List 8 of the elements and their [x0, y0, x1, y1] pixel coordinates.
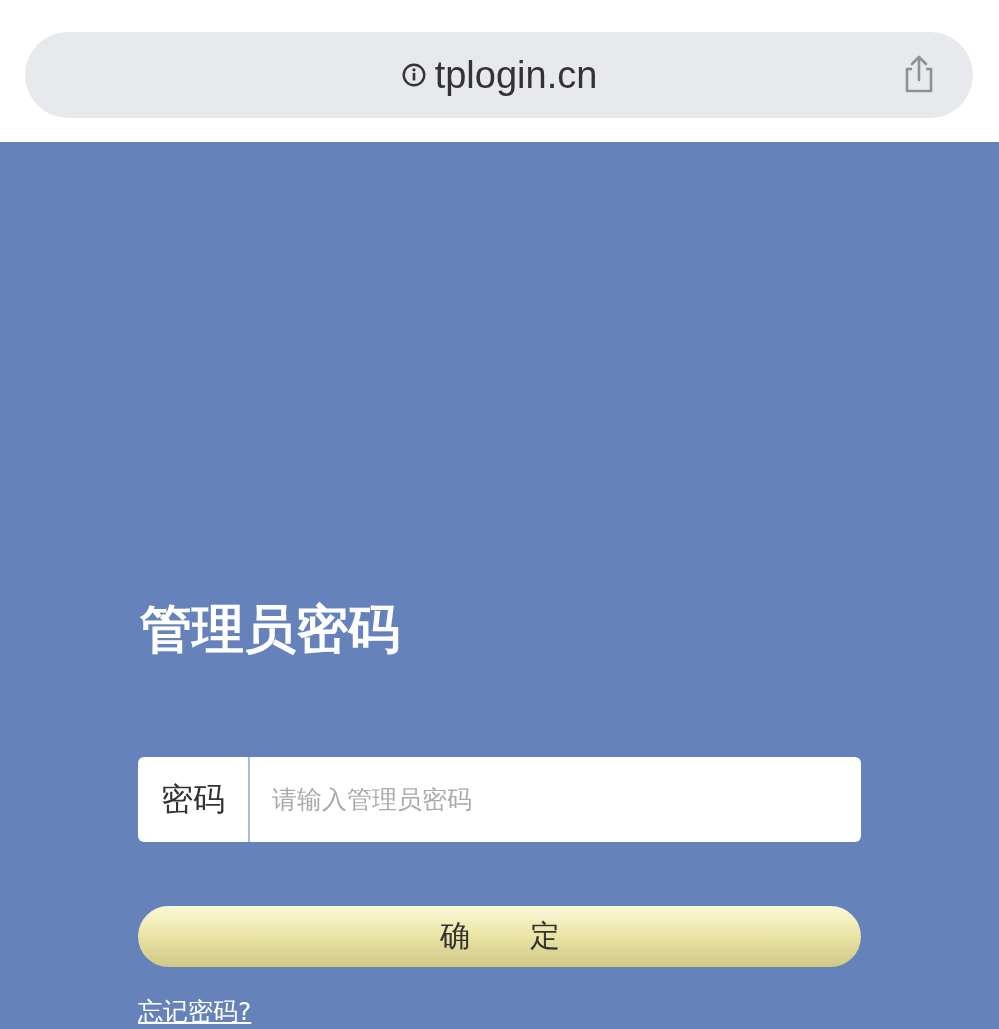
- password-field[interactable]: 请输入管理员密码: [250, 757, 861, 842]
- address-bar[interactable]: tplogin.cn: [25, 32, 973, 118]
- page-title: 管理员密码: [140, 598, 401, 661]
- info-icon: [400, 62, 427, 88]
- forgot-password-link[interactable]: 忘记密码?: [138, 995, 252, 1028]
- confirm-button[interactable]: 确 定: [138, 906, 861, 967]
- url-text: tplogin.cn: [434, 53, 598, 97]
- password-label: 密码: [138, 757, 250, 842]
